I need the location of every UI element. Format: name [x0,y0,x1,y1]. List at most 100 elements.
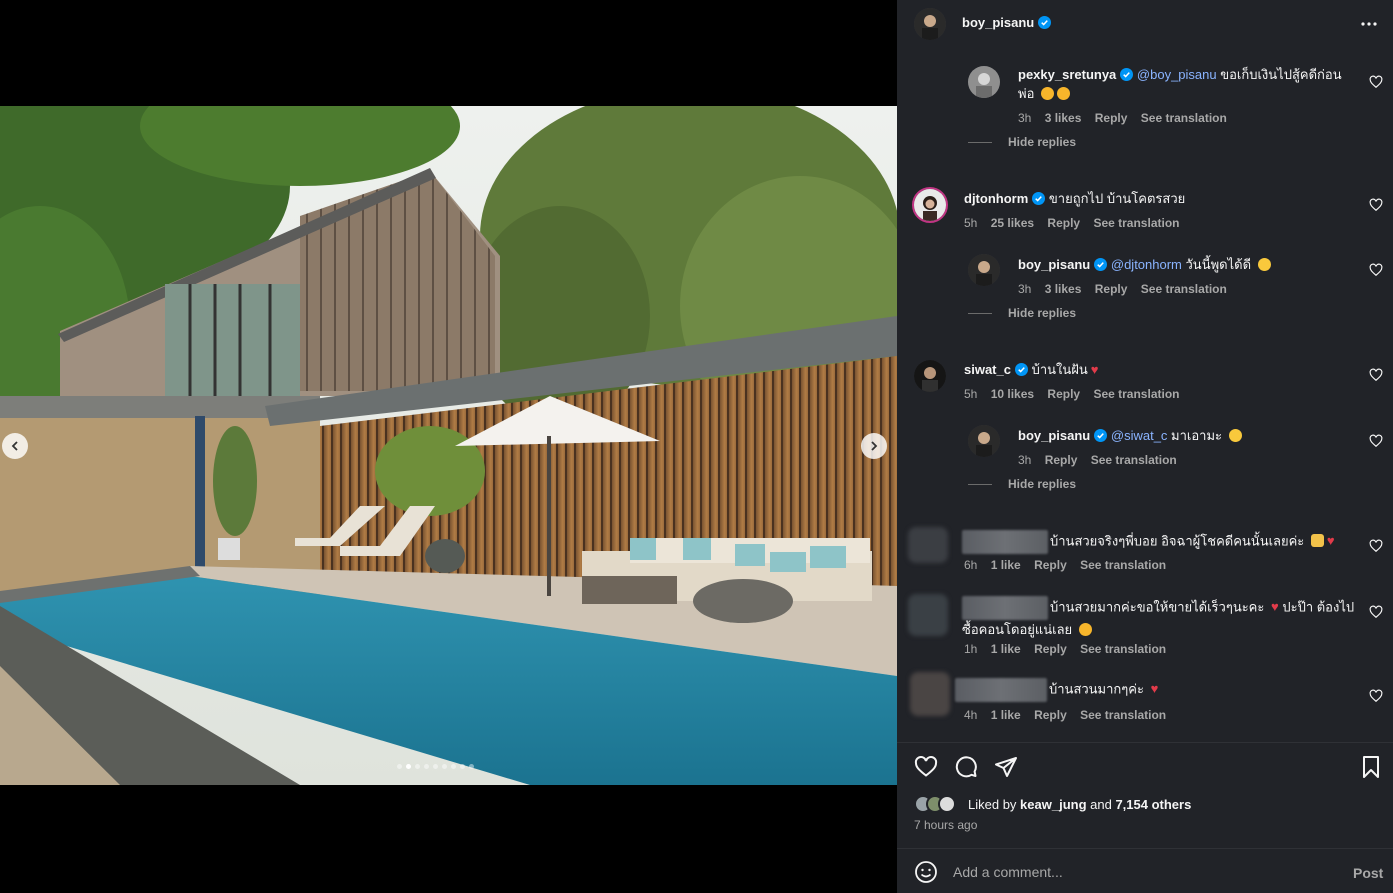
comment-text: boy_pisanu @djtonhorm วันนี้พูดได้ดี [1018,255,1358,274]
reply-button[interactable]: Reply [1047,387,1080,401]
hide-replies-button[interactable]: Hide replies [968,135,1076,149]
commenter-username[interactable]: djtonhorm [964,191,1028,206]
commenter-avatar[interactable] [968,66,1000,98]
red-heart-emoji-icon: ♥ [1271,599,1279,615]
verified-badge-icon [1094,429,1108,442]
comment-composer: Post [897,848,1393,893]
like-comment-heart-icon[interactable] [1369,75,1383,89]
commenter-avatar[interactable] [914,360,946,392]
see-translation-button[interactable]: See translation [1141,282,1227,296]
comment-time: 3h [1018,453,1032,467]
comment-likes[interactable]: 10 likes [991,387,1034,401]
commenter-avatar[interactable] [968,425,1000,457]
hide-replies-button[interactable]: Hide replies [968,477,1076,491]
comment-time: 5h [964,387,978,401]
mention-link[interactable]: @siwat_c [1111,428,1168,443]
reply-button[interactable]: Reply [1034,642,1067,656]
comment-text: บ้านสวยจริงๆพี่บอย อิจฉาผู้โชคดีคนนั้นเล… [962,530,1357,554]
see-translation-button[interactable]: See translation [1080,642,1166,656]
verified-badge-icon [1038,16,1052,29]
comment-meta: 3h 3 likes Reply See translation [1018,282,1237,296]
mention-link[interactable]: @djtonhorm [1111,257,1182,272]
like-comment-heart-icon[interactable] [1369,539,1383,553]
comment-meta: 6h 1 like Reply See translation [964,558,1176,572]
save-button[interactable] [1359,755,1383,779]
verified-badge-icon [1032,192,1046,205]
reply-button[interactable]: Reply [1034,708,1067,722]
clapping-emoji-icon [1310,534,1324,548]
comment-bubble-icon [955,756,977,778]
carousel-next-button[interactable] [861,433,887,459]
red-heart-emoji-icon: ♥ [1090,362,1099,377]
star-eyes-emoji-icon [1041,87,1055,100]
like-comment-heart-icon[interactable] [1369,689,1383,703]
comment-time: 6h [964,558,978,572]
comment-likes[interactable]: 25 likes [991,216,1034,230]
comment-likes[interactable]: 1 like [991,642,1021,656]
post-comment-button[interactable]: Post [1353,865,1383,881]
see-translation-button[interactable]: See translation [1080,708,1166,722]
comment-text: บ้านสวนมากๆค่ะ ♥ [955,678,1355,702]
commenter-username[interactable]: siwat_c [964,362,1011,377]
commenter-username[interactable]: pexky_sretunya [1018,67,1116,82]
laughing-emoji-icon [1257,258,1271,271]
share-button[interactable] [994,755,1018,779]
author-avatar[interactable] [914,8,946,40]
like-comment-heart-icon[interactable] [1369,198,1383,212]
red-heart-emoji-icon: ♥ [1326,533,1335,549]
carousel-dot [424,764,429,769]
post-photo [0,106,897,785]
reply-button[interactable]: Reply [1095,111,1128,125]
red-heart-emoji-icon: ♥ [1150,681,1159,697]
carousel-dot [451,764,456,769]
reply-button[interactable]: Reply [1095,282,1128,296]
like-comment-heart-icon[interactable] [1369,605,1383,619]
see-translation-button[interactable]: See translation [1080,558,1166,572]
see-translation-button[interactable]: See translation [1141,111,1227,125]
post-actions-bar [897,742,1393,792]
liker-username[interactable]: keaw_jung [1020,797,1086,812]
commenter-username[interactable]: boy_pisanu [1018,428,1090,443]
like-comment-heart-icon[interactable] [1369,263,1383,277]
see-translation-button[interactable]: See translation [1093,216,1179,230]
comment-time: 1h [964,642,978,656]
author-username[interactable]: boy_pisanu [962,15,1052,30]
comment-text: djtonhorm ขายถูกไป บ้านโคตรสวย [964,191,1186,206]
reply-button[interactable]: Reply [1034,558,1067,572]
carousel-prev-button[interactable] [2,433,28,459]
star-eyes-emoji-icon [1078,623,1092,636]
commenter-avatar[interactable] [908,527,948,563]
commenter-avatar[interactable] [912,187,948,223]
see-translation-button[interactable]: See translation [1091,453,1177,467]
commenter-avatar[interactable] [908,594,948,636]
comment-text: บ้านสวยมากค่ะขอให้ขายได้เร็วๆนะคะ ♥ ปะป๊… [962,596,1357,639]
comment-button[interactable] [954,755,978,779]
comment-time: 5h [964,216,978,230]
commenter-avatar[interactable] [910,672,950,716]
reply-button[interactable]: Reply [1047,216,1080,230]
more-options-button[interactable] [1359,14,1379,34]
like-comment-heart-icon[interactable] [1369,368,1383,382]
comment-likes[interactable]: 3 likes [1045,111,1082,125]
mention-link[interactable]: @boy_pisanu [1137,67,1217,82]
likes-summary: Liked by keaw_jung and 7,154 others [968,797,1192,812]
comment-likes[interactable]: 3 likes [1045,282,1082,296]
likes-count-link[interactable]: 7,154 others [1115,797,1191,812]
hide-replies-button[interactable]: Hide replies [968,306,1076,320]
like-comment-heart-icon[interactable] [1369,434,1383,448]
see-translation-button[interactable]: See translation [1093,387,1179,401]
carousel-dot [433,764,438,769]
like-post-button[interactable] [914,755,938,779]
comment-input[interactable] [953,861,1333,883]
liker-avatars[interactable] [914,795,962,813]
reply-button[interactable]: Reply [1045,453,1078,467]
carousel-dot [397,764,402,769]
carousel-indicator [397,764,474,769]
carousel-dot [406,764,411,769]
comment-likes[interactable]: 1 like [991,558,1021,572]
comment-likes[interactable]: 1 like [991,708,1021,722]
blurred-username [955,678,1047,702]
emoji-picker-button[interactable] [914,860,938,884]
commenter-avatar[interactable] [968,254,1000,286]
commenter-username[interactable]: boy_pisanu [1018,257,1090,272]
